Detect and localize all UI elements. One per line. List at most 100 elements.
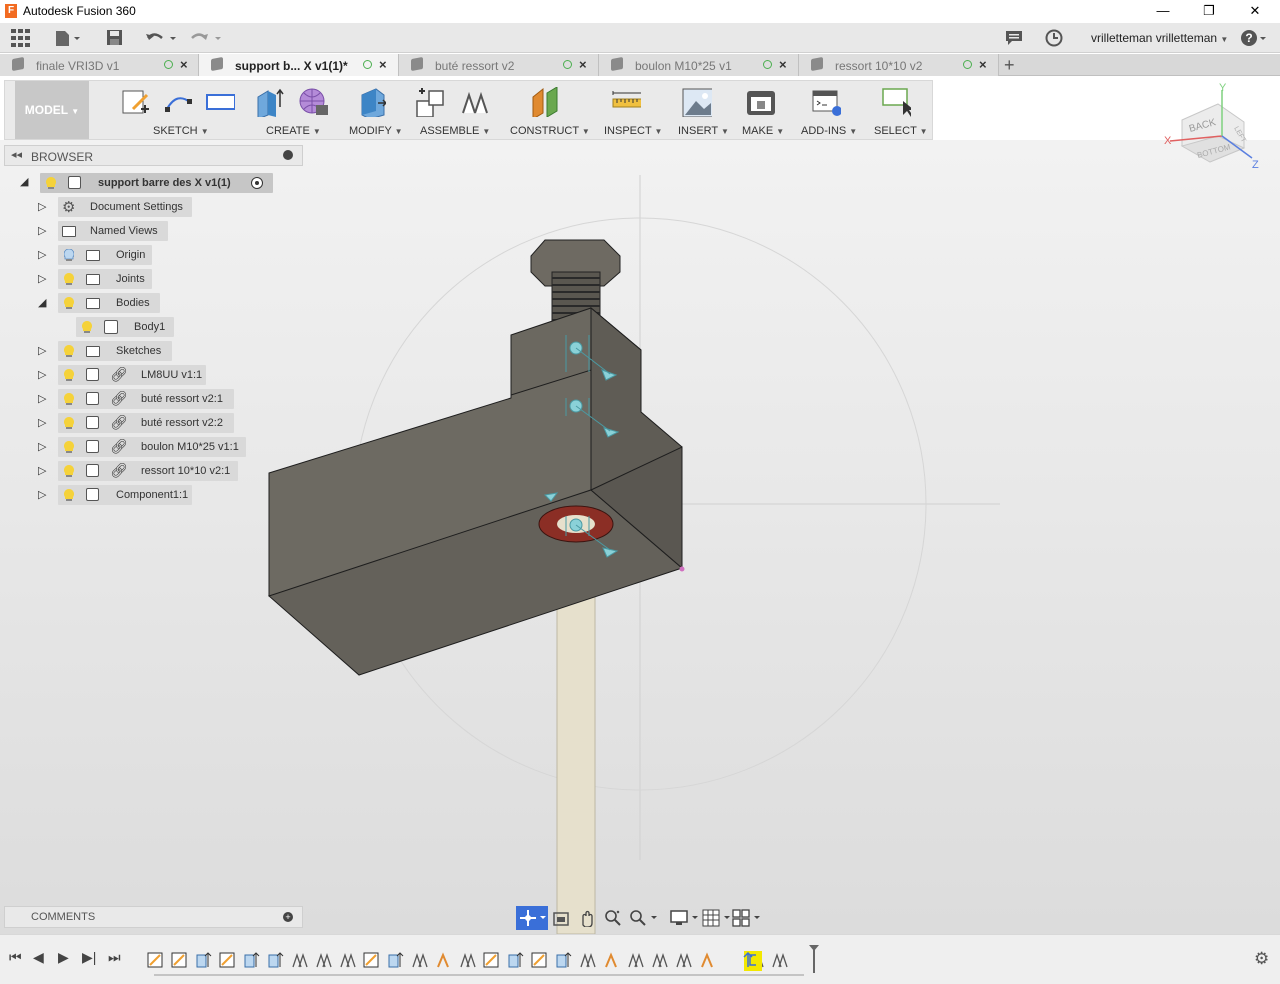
timeline-feature-icon[interactable] xyxy=(437,952,449,968)
close-window-button[interactable]: ✕ xyxy=(1232,0,1278,23)
timeline-feature-icon[interactable] xyxy=(196,952,212,968)
visibility-bulb-icon[interactable] xyxy=(64,441,74,453)
job-status-icon[interactable] xyxy=(1005,30,1023,46)
collapse-panel-icon[interactable]: ◂◂ xyxy=(11,148,22,161)
offset-plane-icon[interactable] xyxy=(529,87,559,117)
step-back-icon[interactable]: ◀ xyxy=(33,949,44,966)
display-settings-icon[interactable] xyxy=(670,909,702,927)
visibility-bulb-icon[interactable] xyxy=(82,321,92,333)
timeline-feature-icon[interactable] xyxy=(772,952,788,968)
timeline-feature-icon[interactable] xyxy=(483,952,499,968)
timeline-feature-icon[interactable] xyxy=(580,952,596,968)
timeline-feature-icon[interactable] xyxy=(701,952,713,968)
tree-item-document-settings[interactable]: ⚙ Document Settings xyxy=(58,197,192,217)
measure-icon[interactable] xyxy=(611,87,641,117)
step-forward-icon[interactable]: ▶︎| xyxy=(82,949,96,966)
expand-arrow-icon[interactable]: ▷ xyxy=(38,368,46,381)
close-tab-icon[interactable]: × xyxy=(180,57,188,72)
scripts-addins-icon[interactable] xyxy=(811,87,841,117)
fit-zoom-icon[interactable] xyxy=(629,909,661,927)
visibility-bulb-icon[interactable] xyxy=(64,465,74,477)
tree-item-boulon[interactable]: 🔗︎ boulon M10*25 v1:1 xyxy=(58,437,246,457)
undo-icon[interactable] xyxy=(145,29,179,47)
visibility-bulb-icon[interactable] xyxy=(64,297,74,309)
timeline-feature-icon[interactable] xyxy=(628,952,644,968)
visibility-bulb-icon[interactable] xyxy=(64,489,74,501)
modify-menu[interactable]: MODIFY ▼ xyxy=(349,125,403,137)
expand-arrow-icon[interactable]: ▷ xyxy=(38,272,46,285)
expand-arrow-icon[interactable]: ▷ xyxy=(38,392,46,405)
create-form-icon[interactable] xyxy=(298,87,328,117)
tree-item-bute-ressort-2[interactable]: 🔗︎ buté ressort v2:2 xyxy=(58,413,234,433)
insert-image-icon[interactable] xyxy=(682,87,712,117)
timeline-feature-icon[interactable] xyxy=(147,952,163,968)
timeline-feature-icon[interactable] xyxy=(412,952,428,968)
orbit-icon[interactable] xyxy=(516,906,548,930)
restore-button[interactable]: ❐ xyxy=(1186,0,1232,23)
history-clock-icon[interactable] xyxy=(1045,29,1063,47)
tree-item-bodies[interactable]: Bodies xyxy=(58,293,160,313)
go-to-start-icon[interactable]: ⏮ xyxy=(9,949,22,966)
timeline-feature-icon[interactable] xyxy=(531,952,547,968)
new-component-icon[interactable] xyxy=(415,87,445,117)
3d-viewport[interactable]: BACK LEFT BOTTOM X Y Z xyxy=(0,82,1280,934)
close-tab-icon[interactable]: × xyxy=(579,57,587,72)
viewports-icon[interactable] xyxy=(732,909,764,927)
timeline-feature-icon[interactable] xyxy=(268,952,284,968)
timeline-feature-icon[interactable] xyxy=(340,952,356,968)
panel-toggle-icon[interactable] xyxy=(283,150,293,160)
extrude-icon[interactable] xyxy=(254,87,284,117)
tab-ressort[interactable]: ressort 10*10 v2 × xyxy=(799,54,999,76)
visibility-bulb-icon[interactable] xyxy=(64,273,74,285)
add-comment-icon[interactable]: + xyxy=(283,912,293,922)
new-tab-plus-icon[interactable]: + xyxy=(1004,55,1015,75)
tree-item-origin[interactable]: Origin xyxy=(58,245,152,265)
minimize-button[interactable]: — xyxy=(1140,0,1186,23)
tree-item-ressort[interactable]: 🔗︎ ressort 10*10 v2:1 xyxy=(58,461,238,481)
grid-settings-icon[interactable] xyxy=(702,909,734,927)
help-icon[interactable]: ? xyxy=(1240,29,1268,47)
look-at-icon[interactable] xyxy=(552,909,570,927)
timeline-feature-icon[interactable] xyxy=(676,952,692,968)
tree-item-bute-ressort-1[interactable]: 🔗︎ buté ressort v2:1 xyxy=(58,389,234,409)
expand-arrow-icon[interactable]: ▷ xyxy=(38,200,46,213)
timeline-feature-icon[interactable] xyxy=(652,952,668,968)
press-pull-icon[interactable] xyxy=(356,87,386,117)
timeline-feature-icon[interactable] xyxy=(244,952,260,968)
timeline-feature-icon[interactable] xyxy=(292,952,308,968)
sketch-menu[interactable]: SKETCH ▼ xyxy=(153,125,209,137)
browser-panel-header[interactable]: ◂◂ BROWSER xyxy=(4,145,303,166)
create-sketch-icon[interactable] xyxy=(121,87,151,117)
expand-arrow-icon[interactable]: ▷ xyxy=(38,464,46,477)
visibility-bulb-icon[interactable] xyxy=(64,369,74,381)
timeline-feature-icon[interactable] xyxy=(605,952,617,968)
root-expand-icon[interactable]: ◢ xyxy=(20,175,28,188)
redo-icon[interactable] xyxy=(190,29,224,47)
3d-print-icon[interactable] xyxy=(745,87,775,117)
close-tab-icon[interactable]: × xyxy=(379,57,387,72)
timeline-features[interactable] xyxy=(144,945,824,979)
pan-hand-icon[interactable] xyxy=(578,909,596,927)
tree-root-row[interactable]: support barre des X v1(1) xyxy=(40,173,273,193)
expand-arrow-icon[interactable]: ▷ xyxy=(38,488,46,501)
select-menu[interactable]: SELECT ▼ xyxy=(874,125,928,137)
expand-arrow-icon[interactable]: ▷ xyxy=(38,248,46,261)
assemble-menu[interactable]: ASSEMBLE ▼ xyxy=(420,125,490,137)
timeline-feature-icon[interactable] xyxy=(556,952,572,968)
inspect-menu[interactable]: INSPECT ▼ xyxy=(604,125,662,137)
create-menu[interactable]: CREATE ▼ xyxy=(266,125,321,137)
visibility-bulb-off-icon[interactable] xyxy=(64,249,74,261)
visibility-bulb-icon[interactable] xyxy=(64,393,74,405)
timeline-settings-gear-icon[interactable]: ⚙ xyxy=(1254,949,1269,969)
timeline-feature-icon[interactable] xyxy=(460,952,476,968)
timeline-feature-icon[interactable] xyxy=(316,952,332,968)
make-menu[interactable]: MAKE ▼ xyxy=(742,125,784,137)
view-cube[interactable]: BACK LEFT BOTTOM X Y Z xyxy=(1160,82,1260,182)
add-ins-menu[interactable]: ADD-INS ▼ xyxy=(801,125,857,137)
construct-menu[interactable]: CONSTRUCT ▼ xyxy=(510,125,590,137)
timeline-feature-icon[interactable] xyxy=(363,952,379,968)
tab-bute-ressort[interactable]: buté ressort v2 × xyxy=(399,54,599,76)
timeline-feature-icon[interactable] xyxy=(508,952,524,968)
collapse-arrow-icon[interactable]: ◢ xyxy=(38,296,46,309)
save-icon[interactable] xyxy=(106,29,124,47)
